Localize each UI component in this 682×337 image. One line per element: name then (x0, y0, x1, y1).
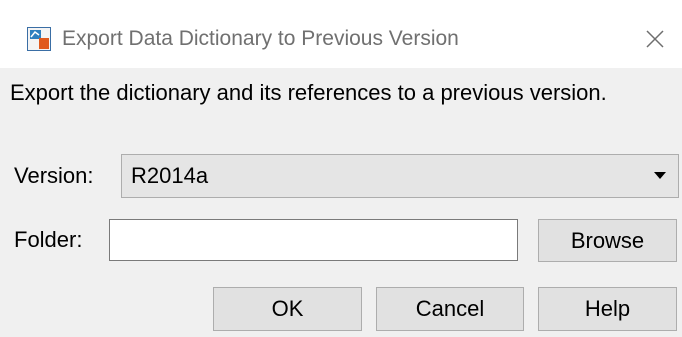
simulink-model-icon (27, 27, 51, 51)
version-label: Version: (14, 163, 94, 188)
browse-button[interactable]: Browse (538, 219, 677, 262)
cancel-button[interactable]: Cancel (376, 287, 524, 331)
folder-input[interactable] (109, 219, 518, 261)
folder-label: Folder: (14, 227, 83, 252)
help-button[interactable]: Help (538, 287, 677, 331)
ok-button[interactable]: OK (213, 287, 362, 331)
dialog-description: Export the dictionary and its references… (10, 80, 607, 105)
chevron-down-icon (654, 172, 666, 179)
close-button[interactable] (638, 22, 672, 56)
version-dropdown[interactable]: R2014a (121, 154, 679, 198)
version-selected-value: R2014a (131, 163, 209, 188)
close-icon (646, 30, 664, 48)
window-title: Export Data Dictionary to Previous Versi… (62, 27, 459, 50)
